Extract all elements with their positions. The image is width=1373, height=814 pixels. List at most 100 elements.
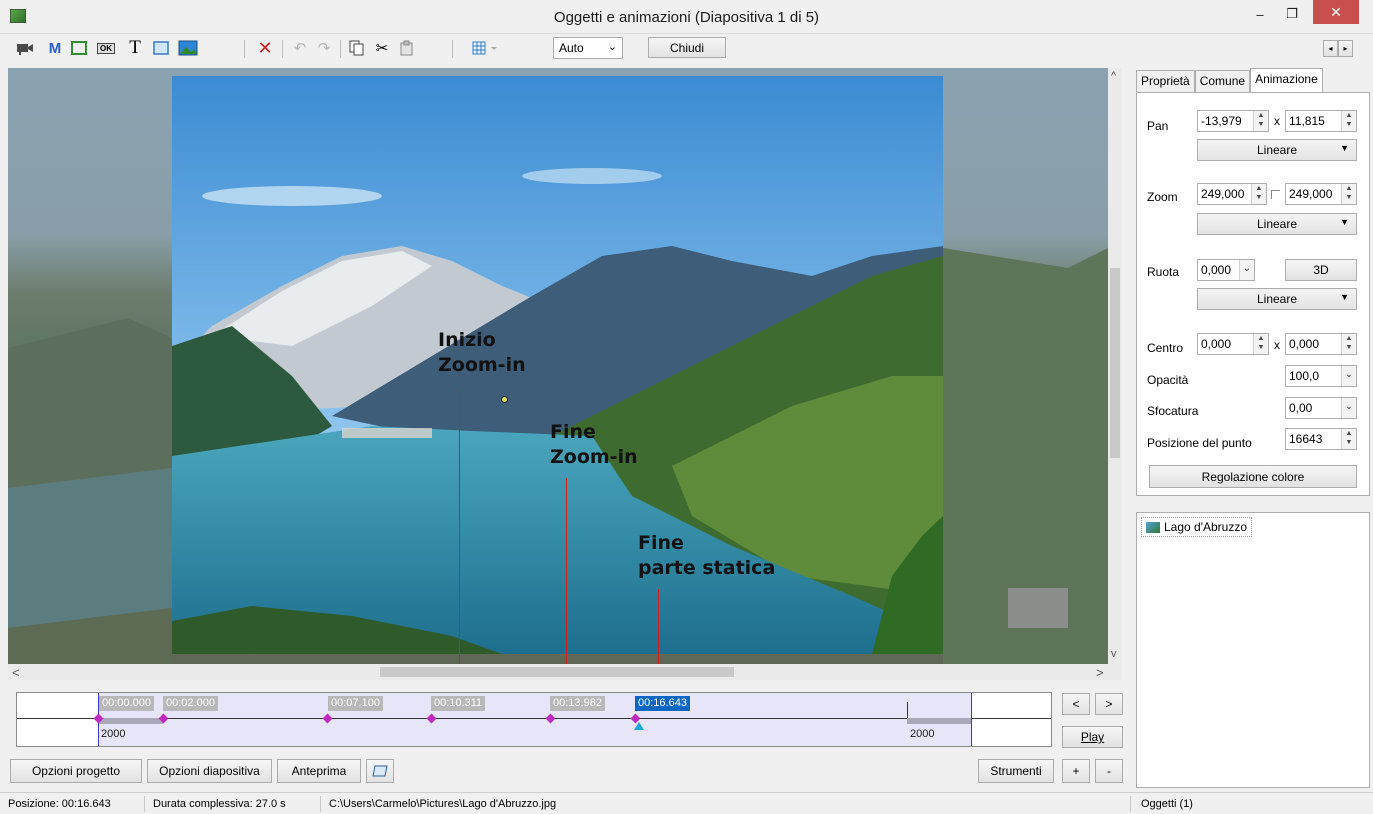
rotate-field[interactable]: 0,000 ⌄	[1197, 259, 1255, 281]
center-y-field[interactable]: 0,000 ▲ ▼	[1285, 333, 1357, 355]
rotate-label: Ruota	[1147, 265, 1180, 279]
camera-icon[interactable]	[14, 37, 36, 59]
zoom-label: Zoom	[1147, 190, 1178, 204]
point-position-value: 16643	[1289, 432, 1323, 446]
pan-x-field[interactable]: -13,979 ▲ ▼	[1197, 110, 1269, 132]
spinner-icon[interactable]: ▲ ▼	[1341, 111, 1356, 131]
grid-icon[interactable]	[470, 37, 504, 59]
paste-icon[interactable]	[396, 37, 418, 59]
chevron-down-icon[interactable]: ⌄	[1239, 260, 1254, 280]
scroll-right-icon[interactable]: >	[1096, 665, 1104, 680]
minimize-button[interactable]: –	[1244, 0, 1276, 28]
zoom-combo[interactable]: Auto ⌄	[553, 37, 623, 59]
frame-icon[interactable]	[68, 37, 90, 59]
m-text-icon[interactable]: M	[44, 37, 66, 59]
window-title: Oggetti e animazioni (Diapositiva 1 di 5…	[553, 9, 820, 26]
spinner-icon[interactable]: ▲ ▼	[1341, 184, 1356, 204]
list-item[interactable]: Lago d'Abruzzo	[1141, 517, 1253, 537]
keyframe-label[interactable]: 00:13.982	[550, 696, 605, 711]
keyframe-label[interactable]: 00:10.311	[431, 696, 486, 711]
opacity-label: Opacità	[1147, 373, 1189, 387]
next-keyframe-button[interactable]: >	[1095, 693, 1123, 715]
zoom-y-field[interactable]: 249,000 ▲ ▼	[1285, 183, 1357, 205]
toolbar-separator	[244, 40, 245, 58]
rotate-value: 0,000	[1201, 263, 1232, 277]
rotate-interpolation-value: Lineare	[1256, 292, 1298, 306]
preview-button[interactable]: Anteprima	[277, 759, 361, 783]
zoom-x-field[interactable]: 249,000 ▲ ▼	[1197, 183, 1267, 205]
center-point-marker[interactable]	[501, 396, 508, 403]
spinner-icon[interactable]: ▲ ▼	[1253, 111, 1268, 131]
text-icon[interactable]: T	[124, 37, 146, 59]
tab-properties[interactable]: Proprietà	[1136, 70, 1195, 92]
slide-photo[interactable]	[172, 76, 943, 654]
spinner-icon[interactable]: ▲ ▼	[1341, 429, 1356, 449]
blur-label: Sfocatura	[1147, 404, 1199, 418]
panel-right-arrow-icon[interactable]: ▸	[1338, 40, 1353, 57]
center-x-value: 0,000	[1201, 337, 1232, 351]
zoom-link-icon[interactable]	[1271, 190, 1280, 199]
zoom-plus-button[interactable]: +	[1062, 759, 1090, 783]
point-position-field[interactable]: 16643 ▲ ▼	[1285, 428, 1357, 450]
screen-icon	[372, 765, 388, 777]
rectangle-icon[interactable]	[150, 37, 172, 59]
spinner-icon[interactable]: ▲ ▼	[1253, 334, 1268, 354]
maximize-button[interactable]: ❐	[1276, 0, 1308, 28]
fullscreen-preview-button[interactable]	[366, 759, 394, 783]
close-window-button[interactable]: ✕	[1313, 0, 1359, 24]
play-button[interactable]: Play	[1062, 726, 1123, 748]
annotation-zoom-in-end: Fine Zoom-in	[550, 420, 638, 470]
animation-timeline[interactable]: 00:00.000 00:02.000 00:07.100 00:10.311 …	[16, 692, 1052, 747]
scroll-down-icon[interactable]: v	[1111, 648, 1117, 660]
prev-keyframe-button[interactable]: <	[1062, 693, 1090, 715]
timeline-transition-in	[99, 718, 163, 724]
blur-field[interactable]: 0,00 ⌄	[1285, 397, 1357, 419]
timeline-cursor[interactable]	[634, 722, 644, 730]
tab-animation[interactable]: Animazione	[1250, 68, 1323, 93]
toolbar: M OK T ✕ ↶ ↷ ✂ Auto ⌄ Chiudi ◂ ▸	[0, 34, 1373, 64]
tools-button[interactable]: Strumenti	[978, 759, 1054, 783]
close-button[interactable]: Chiudi	[648, 37, 726, 58]
horizontal-scrollbar[interactable]: < >	[8, 664, 1122, 680]
center-x-field[interactable]: 0,000 ▲ ▼	[1197, 333, 1269, 355]
pan-y-field[interactable]: 11,815 ▲ ▼	[1285, 110, 1357, 132]
timeline-slide-range	[98, 693, 972, 746]
vertical-scroll-thumb[interactable]	[1110, 268, 1120, 458]
chevron-down-icon[interactable]: ⌄	[1341, 398, 1356, 418]
pan-interpolation-dropdown[interactable]: Lineare ▼	[1197, 139, 1357, 161]
zoom-minus-button[interactable]: -	[1095, 759, 1123, 783]
x-separator: x	[1274, 114, 1280, 128]
scroll-up-icon[interactable]: ^	[1111, 70, 1116, 82]
panel-left-arrow-icon[interactable]: ◂	[1323, 40, 1338, 57]
keyframe-label[interactable]: 00:02.000	[163, 696, 218, 711]
horizontal-scroll-thumb[interactable]	[380, 667, 734, 677]
tab-common[interactable]: Comune	[1194, 70, 1251, 92]
scroll-left-icon[interactable]: <	[12, 665, 20, 680]
rotate-interpolation-dropdown[interactable]: Lineare ▼	[1197, 288, 1357, 310]
objects-list[interactable]: Lago d'Abruzzo	[1136, 512, 1370, 788]
vertical-scrollbar[interactable]: ^ v	[1108, 68, 1122, 664]
redo-icon[interactable]: ↷	[314, 37, 334, 59]
image-icon[interactable]	[176, 37, 200, 59]
undo-icon[interactable]: ↶	[290, 37, 310, 59]
dropdown-arrow-icon: ▼	[1340, 143, 1349, 153]
chevron-down-icon[interactable]: ⌄	[1341, 366, 1356, 386]
slide-options-button[interactable]: Opzioni diapositiva	[147, 759, 272, 783]
rotate-3d-button[interactable]: 3D	[1285, 259, 1357, 281]
delete-icon[interactable]: ✕	[254, 37, 276, 59]
color-adjust-button[interactable]: Regolazione colore	[1149, 465, 1357, 488]
button-object-icon[interactable]: OK	[94, 37, 118, 59]
project-options-button[interactable]: Opzioni progetto	[10, 759, 142, 783]
spinner-icon[interactable]: ▲ ▼	[1341, 334, 1356, 354]
zoom-interpolation-dropdown[interactable]: Lineare ▼	[1197, 213, 1357, 235]
opacity-field[interactable]: 100,0 ⌄	[1285, 365, 1357, 387]
timeline-tick	[907, 702, 908, 718]
slide-canvas[interactable]: Inizio Zoom-in Fine Zoom-in Fine parte s…	[8, 68, 1122, 664]
keyframe-label[interactable]: 00:07.100	[328, 696, 383, 711]
cut-icon[interactable]: ✂	[372, 37, 392, 59]
keyframe-label-active[interactable]: 00:16.643	[635, 696, 690, 711]
spinner-icon[interactable]: ▲ ▼	[1251, 184, 1266, 204]
button-object-label: OK	[97, 42, 115, 54]
keyframe-label[interactable]: 00:00.000	[99, 696, 154, 711]
copy-icon[interactable]	[346, 37, 368, 59]
